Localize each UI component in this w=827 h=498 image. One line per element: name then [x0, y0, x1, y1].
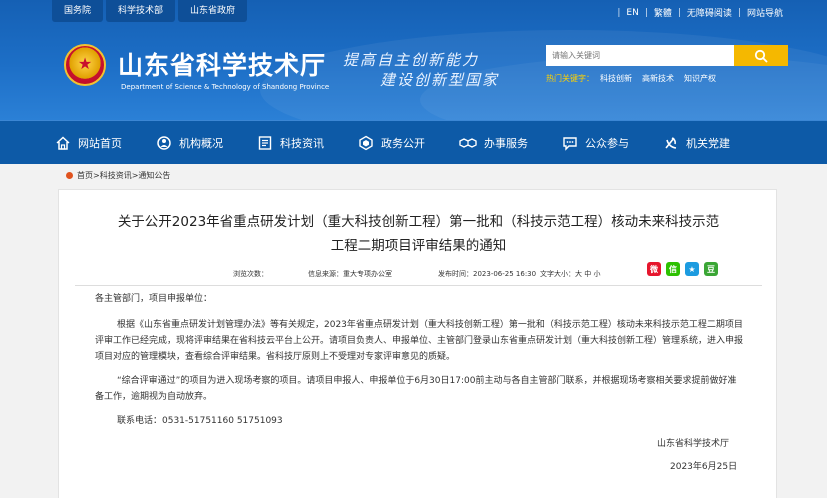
top-links: 国务院 科学技术部 山东省政府 [52, 0, 250, 22]
handshake-icon [459, 137, 477, 148]
nav-item-label: 办事服务 [484, 136, 528, 150]
article-title-line1: 关于公开2023年省重点研发计划（重大科技创新工程）第一批和（科技示范工程）核动… [117, 214, 720, 230]
breadcrumb: 首页>科技资讯>通知公告 [66, 170, 170, 181]
nav-item-label: 机构概况 [179, 136, 223, 150]
hot-keyword[interactable]: 科技创新 [600, 73, 632, 84]
paragraph-1: 根据《山东省重点研发计划管理办法》等有关规定，2023年省重点研发计划（重大科技… [95, 320, 744, 362]
nav-item-news[interactable]: 科技资讯 [257, 121, 324, 165]
accessibility-link[interactable]: 无障碍阅读 [687, 6, 732, 19]
issue-date: 2023年6月25日 [670, 462, 738, 472]
article-container: 关于公开2023年省重点研发计划（重大科技创新工程）第一批和（科技示范工程）核动… [58, 189, 777, 498]
traditional-link[interactable]: 繁體 [654, 6, 672, 19]
top-link-shandong-gov[interactable]: 山东省政府 [178, 0, 248, 22]
publish-time: 发布时间：2023-06-25 16:30 [438, 270, 537, 278]
hot-keywords-label: 热门关键字： [546, 74, 594, 83]
top-link-state-council[interactable]: 国务院 [52, 0, 104, 22]
douban-icon[interactable]: 豆 [704, 262, 718, 276]
nav-item-label: 政务公开 [381, 136, 425, 150]
divider [75, 285, 762, 286]
weibo-icon[interactable]: 微 [647, 262, 661, 276]
national-emblem-icon: ★ [64, 44, 106, 86]
home-icon [56, 135, 70, 150]
article-title: 关于公开2023年省重点研发计划（重大科技创新工程）第一批和（科技示范工程）核动… [59, 210, 778, 258]
signature: 山东省科学技术厅 [657, 439, 730, 449]
share-buttons: 微 信 ★ 豆 [647, 262, 723, 276]
party-icon [665, 136, 677, 149]
nav-item-service[interactable]: 办事服务 [459, 121, 528, 165]
wechat-icon[interactable]: 信 [666, 262, 680, 276]
org-icon [157, 135, 171, 150]
site-header: 国务院 科学技术部 山东省政府 | EN | 繁體 | 无障碍阅读 | 网站导航… [0, 0, 827, 120]
main-nav: 网站首页 机构概况 科技资讯 政务公开 办事服务 公众参与 机关党建 [0, 120, 827, 164]
nav-item-label: 网站首页 [78, 136, 122, 150]
info-source: 信息来源：重大专项办公室 [308, 270, 392, 278]
nav-item-org[interactable]: 机构概况 [156, 121, 223, 165]
search-input[interactable] [546, 45, 734, 66]
nav-item-label: 科技资讯 [280, 136, 324, 150]
article-title-line2: 工程二期项目评审结果的通知 [330, 238, 507, 254]
nav-item-home[interactable]: 网站首页 [55, 121, 122, 165]
news-icon [258, 135, 272, 150]
contact-phone: 联系电话：0531-51751160 51751093 [117, 416, 283, 426]
site-name[interactable]: 山东省科学技术厅 [118, 46, 326, 82]
search-button[interactable] [734, 45, 788, 66]
chat-icon [563, 136, 577, 151]
hot-keywords: 热门关键字： 科技创新 高新技术 知识产权 [546, 73, 726, 84]
utility-links: | EN | 繁體 | 无障碍阅读 | 网站导航 [617, 6, 783, 20]
hot-keyword[interactable]: 知识产权 [684, 73, 716, 84]
hot-keyword[interactable]: 高新技术 [642, 73, 674, 84]
nav-item-party[interactable]: 机关党建 [663, 121, 730, 165]
slogan-line2: 建设创新型国家 [380, 71, 500, 89]
nav-item-public[interactable]: 公众参与 [562, 121, 629, 165]
site-nav-link[interactable]: 网站导航 [747, 6, 783, 19]
location-dot-icon [66, 172, 73, 179]
paragraph-2: “综合评审通过”的项目为进入现场考察的项目。请项目申报人、申报单位于6月30日1… [95, 376, 737, 402]
slogan-line1: 提高自主创新能力 [343, 51, 480, 69]
gov-icon [359, 135, 373, 150]
search-icon [754, 49, 768, 62]
view-count: 浏览次数： [233, 270, 268, 278]
greeting: 各主管部门，项目申报单位： [95, 294, 213, 304]
qzone-icon[interactable]: ★ [685, 262, 699, 276]
top-link-most[interactable]: 科学技术部 [106, 0, 176, 22]
nav-item-label: 机关党建 [686, 136, 730, 150]
site-name-en: Department of Science & Technology of Sh… [121, 83, 330, 91]
search-box [546, 45, 788, 66]
font-size-control[interactable]: 文字大小：大 中 小 [540, 269, 600, 279]
breadcrumb-text[interactable]: 首页>科技资讯>通知公告 [77, 170, 170, 181]
english-link[interactable]: EN [626, 8, 638, 18]
nav-item-label: 公众参与 [585, 136, 629, 150]
nav-item-gov[interactable]: 政务公开 [358, 121, 425, 165]
